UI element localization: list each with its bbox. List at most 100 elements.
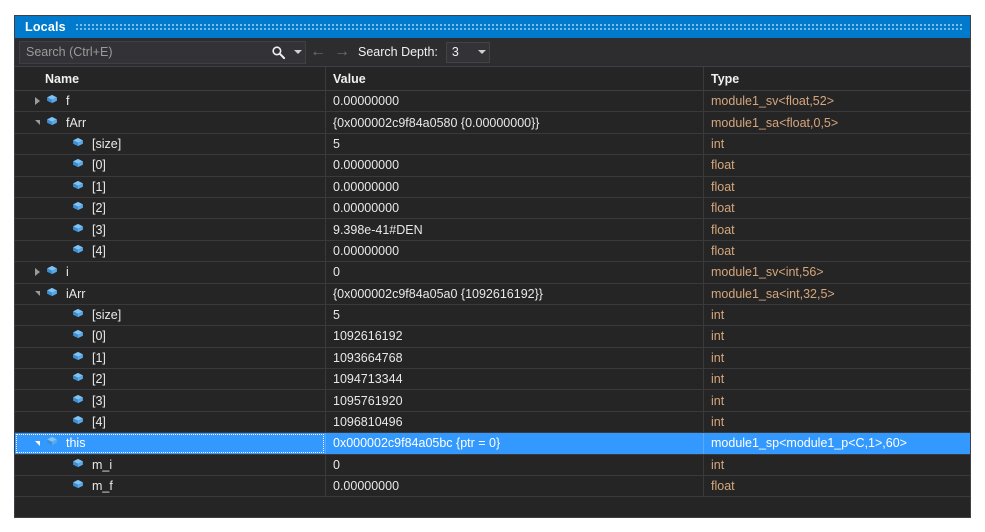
collapse-triangle-down-icon[interactable] xyxy=(29,433,45,453)
title-bar-drag-grip[interactable] xyxy=(75,22,964,32)
search-depth-dropdown[interactable]: 3 xyxy=(445,41,490,63)
table-row[interactable]: i 0 module1_sv<int,56> xyxy=(15,262,970,284)
variable-name-label: [4] xyxy=(92,415,106,430)
table-row[interactable]: [0] 1092616192 int xyxy=(15,326,970,348)
variable-name-cell[interactable]: m_f xyxy=(15,476,326,497)
variable-type-cell: module1_sp<module1_p<C,1>,60> xyxy=(711,436,907,451)
variable-cube-icon xyxy=(71,328,87,344)
grid-rows: f 0.00000000 module1_sv<float,52> fArr {0x00… xyxy=(15,91,970,498)
variable-name-cell[interactable]: [1] xyxy=(15,347,326,369)
variable-value-cell[interactable]: 5 xyxy=(326,304,704,326)
variable-value-cell[interactable]: 0.00000000 xyxy=(326,176,704,197)
search-back-arrow-icon[interactable]: ← xyxy=(306,38,330,67)
table-row[interactable]: iArr {0x000002c9f84a05a0 {1092616192}} mod… xyxy=(15,283,970,305)
table-row[interactable]: [1] 0.00000000 float xyxy=(15,176,970,198)
search-box[interactable] xyxy=(19,40,306,64)
variable-value-cell[interactable]: 9.398e-41#DEN xyxy=(326,219,704,240)
variable-value-cell[interactable]: 1093664768 xyxy=(326,347,704,369)
search-icon[interactable] xyxy=(265,42,291,63)
variable-name-cell[interactable]: m_i xyxy=(15,454,326,476)
variable-name-cell[interactable]: [0] xyxy=(15,155,326,176)
variable-value-cell[interactable]: 1092616192 xyxy=(326,326,704,347)
chevron-down-glyph xyxy=(294,50,302,54)
variable-value-cell[interactable]: 0.00000000 xyxy=(326,155,704,176)
variable-name-cell[interactable]: i xyxy=(15,262,326,283)
table-row[interactable]: [size] 5 int xyxy=(15,304,970,327)
variable-name-label: [0] xyxy=(92,329,106,344)
variable-type-cell: int xyxy=(711,457,725,472)
column-header-name[interactable]: Name xyxy=(15,67,326,90)
variable-value-cell[interactable]: 0 xyxy=(326,262,704,283)
search-depth-chevron-down-icon[interactable] xyxy=(475,50,489,54)
variable-name-label: [size] xyxy=(92,136,122,151)
variable-name-cell[interactable]: [4] xyxy=(15,411,326,433)
variable-name-cell[interactable]: f xyxy=(15,91,326,112)
variable-value-cell[interactable]: 1094713344 xyxy=(326,369,704,390)
variable-cube-icon xyxy=(45,286,61,302)
variable-type-cell: module1_sa<int,32,5> xyxy=(711,286,835,301)
variable-value-cell[interactable]: {0x000002c9f84a05a0 {1092616192}} xyxy=(326,283,704,304)
table-row[interactable]: m_f 0.00000000 float xyxy=(15,476,970,498)
collapse-triangle-down-icon[interactable] xyxy=(29,284,45,304)
variable-value-cell[interactable]: 0.00000000 xyxy=(326,240,704,262)
variable-name-cell[interactable]: fArr xyxy=(15,112,326,133)
table-row[interactable]: [4] 0.00000000 float xyxy=(15,240,970,263)
variable-value-cell[interactable]: 0x000002c9f84a05bc {ptr = 0} xyxy=(326,433,704,454)
variable-name-cell[interactable]: [3] xyxy=(15,390,326,411)
table-row[interactable]: [2] 1094713344 int xyxy=(15,369,970,391)
variable-value-cell[interactable]: 0.00000000 xyxy=(326,91,704,112)
table-row[interactable]: [3] 1095761920 int xyxy=(15,390,970,412)
table-row[interactable]: f 0.00000000 module1_sv<float,52> xyxy=(15,91,970,113)
variable-name-cell[interactable]: iArr xyxy=(15,283,326,304)
expand-triangle-right-icon[interactable] xyxy=(29,91,45,111)
variable-name-label: f xyxy=(66,94,70,109)
table-row[interactable]: [3] 9.398e-41#DEN float xyxy=(15,219,970,241)
variable-name-cell[interactable]: this xyxy=(15,433,326,454)
variable-name-label: [4] xyxy=(92,243,106,258)
variable-value-cell[interactable]: 0.00000000 xyxy=(326,476,704,497)
variable-name-cell[interactable]: [2] xyxy=(15,197,326,219)
variable-cube-icon xyxy=(71,200,87,216)
variable-value-cell[interactable]: 0 xyxy=(326,454,704,476)
variable-type-cell: int xyxy=(711,415,725,430)
variable-value-cell[interactable]: 5 xyxy=(326,133,704,155)
variable-name-cell[interactable]: [4] xyxy=(15,240,326,262)
variable-name-cell[interactable]: [size] xyxy=(15,304,326,326)
page-title: Locals xyxy=(25,20,66,34)
table-row[interactable]: this 0x000002c9f84a05bc {ptr = 0} module1_… xyxy=(15,433,970,455)
variable-name-label: i xyxy=(66,265,69,280)
column-header-type[interactable]: Type xyxy=(704,67,970,90)
variable-name-cell[interactable]: [0] xyxy=(15,326,326,347)
table-row[interactable]: [1] 1093664768 int xyxy=(15,347,970,370)
variable-type-cell: float xyxy=(711,243,735,258)
column-header-value[interactable]: Value xyxy=(326,67,704,90)
expand-triangle-right-icon[interactable] xyxy=(29,262,45,282)
table-row[interactable]: [0] 0.00000000 float xyxy=(15,155,970,177)
window-title-bar[interactable]: Locals xyxy=(15,16,970,38)
variable-name-cell[interactable]: [3] xyxy=(15,219,326,240)
table-row[interactable]: [4] 1096810496 int xyxy=(15,411,970,434)
variable-value-cell[interactable]: {0x000002c9f84a0580 {0.00000000}} xyxy=(326,112,704,133)
table-row[interactable]: [2] 0.00000000 float xyxy=(15,197,970,220)
search-options-chevron-down-icon[interactable] xyxy=(291,42,305,63)
collapse-triangle-down-icon[interactable] xyxy=(29,112,45,132)
table-row[interactable]: fArr {0x000002c9f84a0580 {0.00000000}} mod… xyxy=(15,112,970,134)
table-row[interactable]: [size] 5 int xyxy=(15,133,970,156)
search-input[interactable] xyxy=(20,41,265,63)
variable-cube-icon xyxy=(71,307,87,323)
variable-name-cell[interactable]: [1] xyxy=(15,176,326,197)
variable-name-cell[interactable]: [size] xyxy=(15,133,326,155)
variable-value-cell[interactable]: 1096810496 xyxy=(326,411,704,433)
variable-name-cell[interactable]: [2] xyxy=(15,369,326,390)
table-row[interactable]: m_i 0 int xyxy=(15,454,970,477)
screenshot-root: Locals ← → Search Depth: xyxy=(0,0,985,532)
search-forward-arrow-icon[interactable]: → xyxy=(330,38,354,67)
variable-value-cell[interactable]: 0.00000000 xyxy=(326,197,704,219)
variable-value-cell[interactable]: 1095761920 xyxy=(326,390,704,411)
